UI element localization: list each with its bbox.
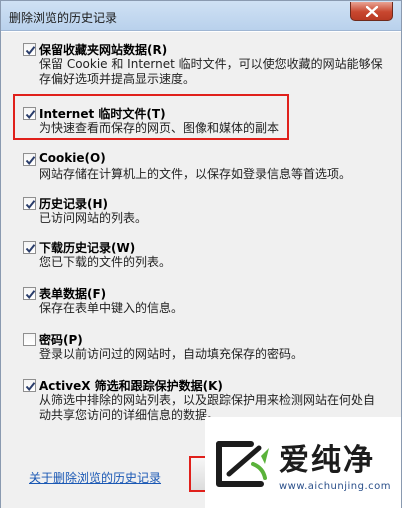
option-title: 表单数据(F) (39, 287, 107, 301)
checkbox-activex-data[interactable] (23, 379, 36, 392)
option-title: ActiveX 筛选和跟踪保护数据(K) (39, 379, 223, 393)
checkmark-icon (25, 200, 36, 210)
option-title: 下载历史记录(W) (39, 241, 136, 255)
watermark: 爱纯净 www.aichunjing.com (205, 417, 401, 508)
title-bar: 删除浏览的历史记录 (1, 1, 401, 31)
option-description: 已访问网站的列表。 (39, 211, 148, 225)
option-title: 密码(P) (39, 333, 83, 347)
checkbox-preserve-favorites[interactable] (23, 43, 36, 56)
checkbox-temp-files[interactable] (23, 107, 36, 120)
watermark-brand: 爱纯净 (279, 442, 375, 478)
option-description: 为快速查看而保存的网页、图像和媒体的副本 (39, 121, 280, 135)
checkmark-icon (25, 156, 36, 166)
option-description: 保留 Cookie 和 Internet 临时文件，可以使您收藏的网站能够保存偏… (39, 57, 383, 86)
option-title: Internet 临时文件(T) (39, 107, 166, 121)
close-button[interactable] (350, 2, 393, 21)
about-delete-history-link[interactable]: 关于删除浏览的历史记录 (29, 469, 161, 486)
option-title: 历史记录(H) (39, 197, 109, 211)
checkbox-cookies[interactable] (23, 153, 36, 166)
checkbox-form-data[interactable] (23, 287, 36, 300)
watermark-url: www.aichunjing.com (279, 480, 391, 492)
checkmark-icon (25, 244, 36, 254)
window-title: 删除浏览的历史记录 (9, 11, 118, 25)
checkmark-icon (25, 110, 36, 120)
checkmark-icon (25, 382, 36, 392)
checkbox-passwords[interactable] (23, 333, 36, 346)
option-description: 保存在表单中键入的信息。 (39, 301, 184, 315)
close-icon (365, 5, 378, 17)
checkbox-history[interactable] (23, 197, 36, 210)
option-title: Cookie(O) (39, 151, 106, 165)
delete-history-dialog: 删除浏览的历史记录 保留收藏夹网站数据(R) 保留 Cookie 和 Inter… (0, 0, 402, 508)
option-description: 登录以前访问过的网站时，自动填充保存的密码。 (39, 347, 304, 361)
checkbox-download-history[interactable] (23, 241, 36, 254)
aichunjing-logo-icon (216, 441, 269, 487)
option-description: 您已下载的文件的列表。 (39, 255, 172, 269)
option-title: 保留收藏夹网站数据(R) (39, 43, 168, 57)
option-description: 网站存储在计算机上的文件，以保存如登录信息等首选项。 (39, 167, 352, 181)
checkmark-icon (25, 290, 36, 300)
checkmark-icon (25, 46, 36, 56)
